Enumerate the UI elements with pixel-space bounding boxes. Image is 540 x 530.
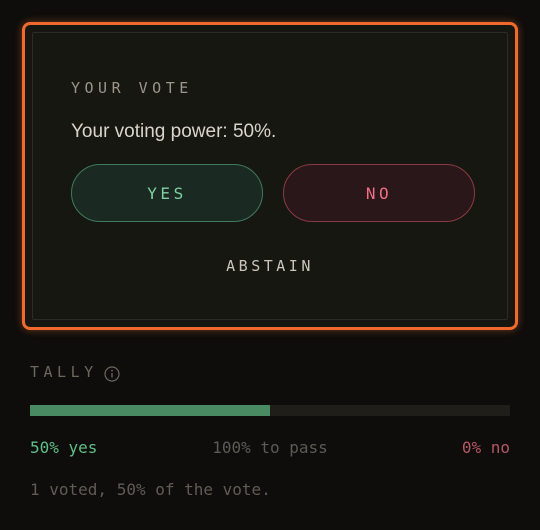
- tally-progress-bar: [30, 405, 510, 416]
- tally-title: TALLY: [30, 363, 98, 381]
- voting-power-text: Your voting power: 50%.: [71, 121, 277, 142]
- no-button-label: NO: [365, 183, 393, 203]
- abstain-button[interactable]: ABSTAIN: [33, 257, 507, 275]
- no-percentage: 0% no: [461, 438, 510, 457]
- vote-summary: 1 voted, 50% of the vote.: [30, 480, 271, 499]
- tally-progress-fill: [30, 405, 270, 416]
- pass-threshold: 100% to pass: [212, 438, 328, 457]
- vote-card-inner: YOUR VOTE Your voting power: 50%. YES NO…: [32, 32, 508, 320]
- vote-card: YOUR VOTE Your voting power: 50%. YES NO…: [22, 22, 518, 330]
- vote-section-title: YOUR VOTE: [71, 79, 193, 97]
- yes-button-label: YES: [147, 183, 187, 203]
- yes-button[interactable]: YES: [71, 164, 263, 222]
- info-icon[interactable]: [104, 366, 120, 382]
- no-button[interactable]: NO: [283, 164, 475, 222]
